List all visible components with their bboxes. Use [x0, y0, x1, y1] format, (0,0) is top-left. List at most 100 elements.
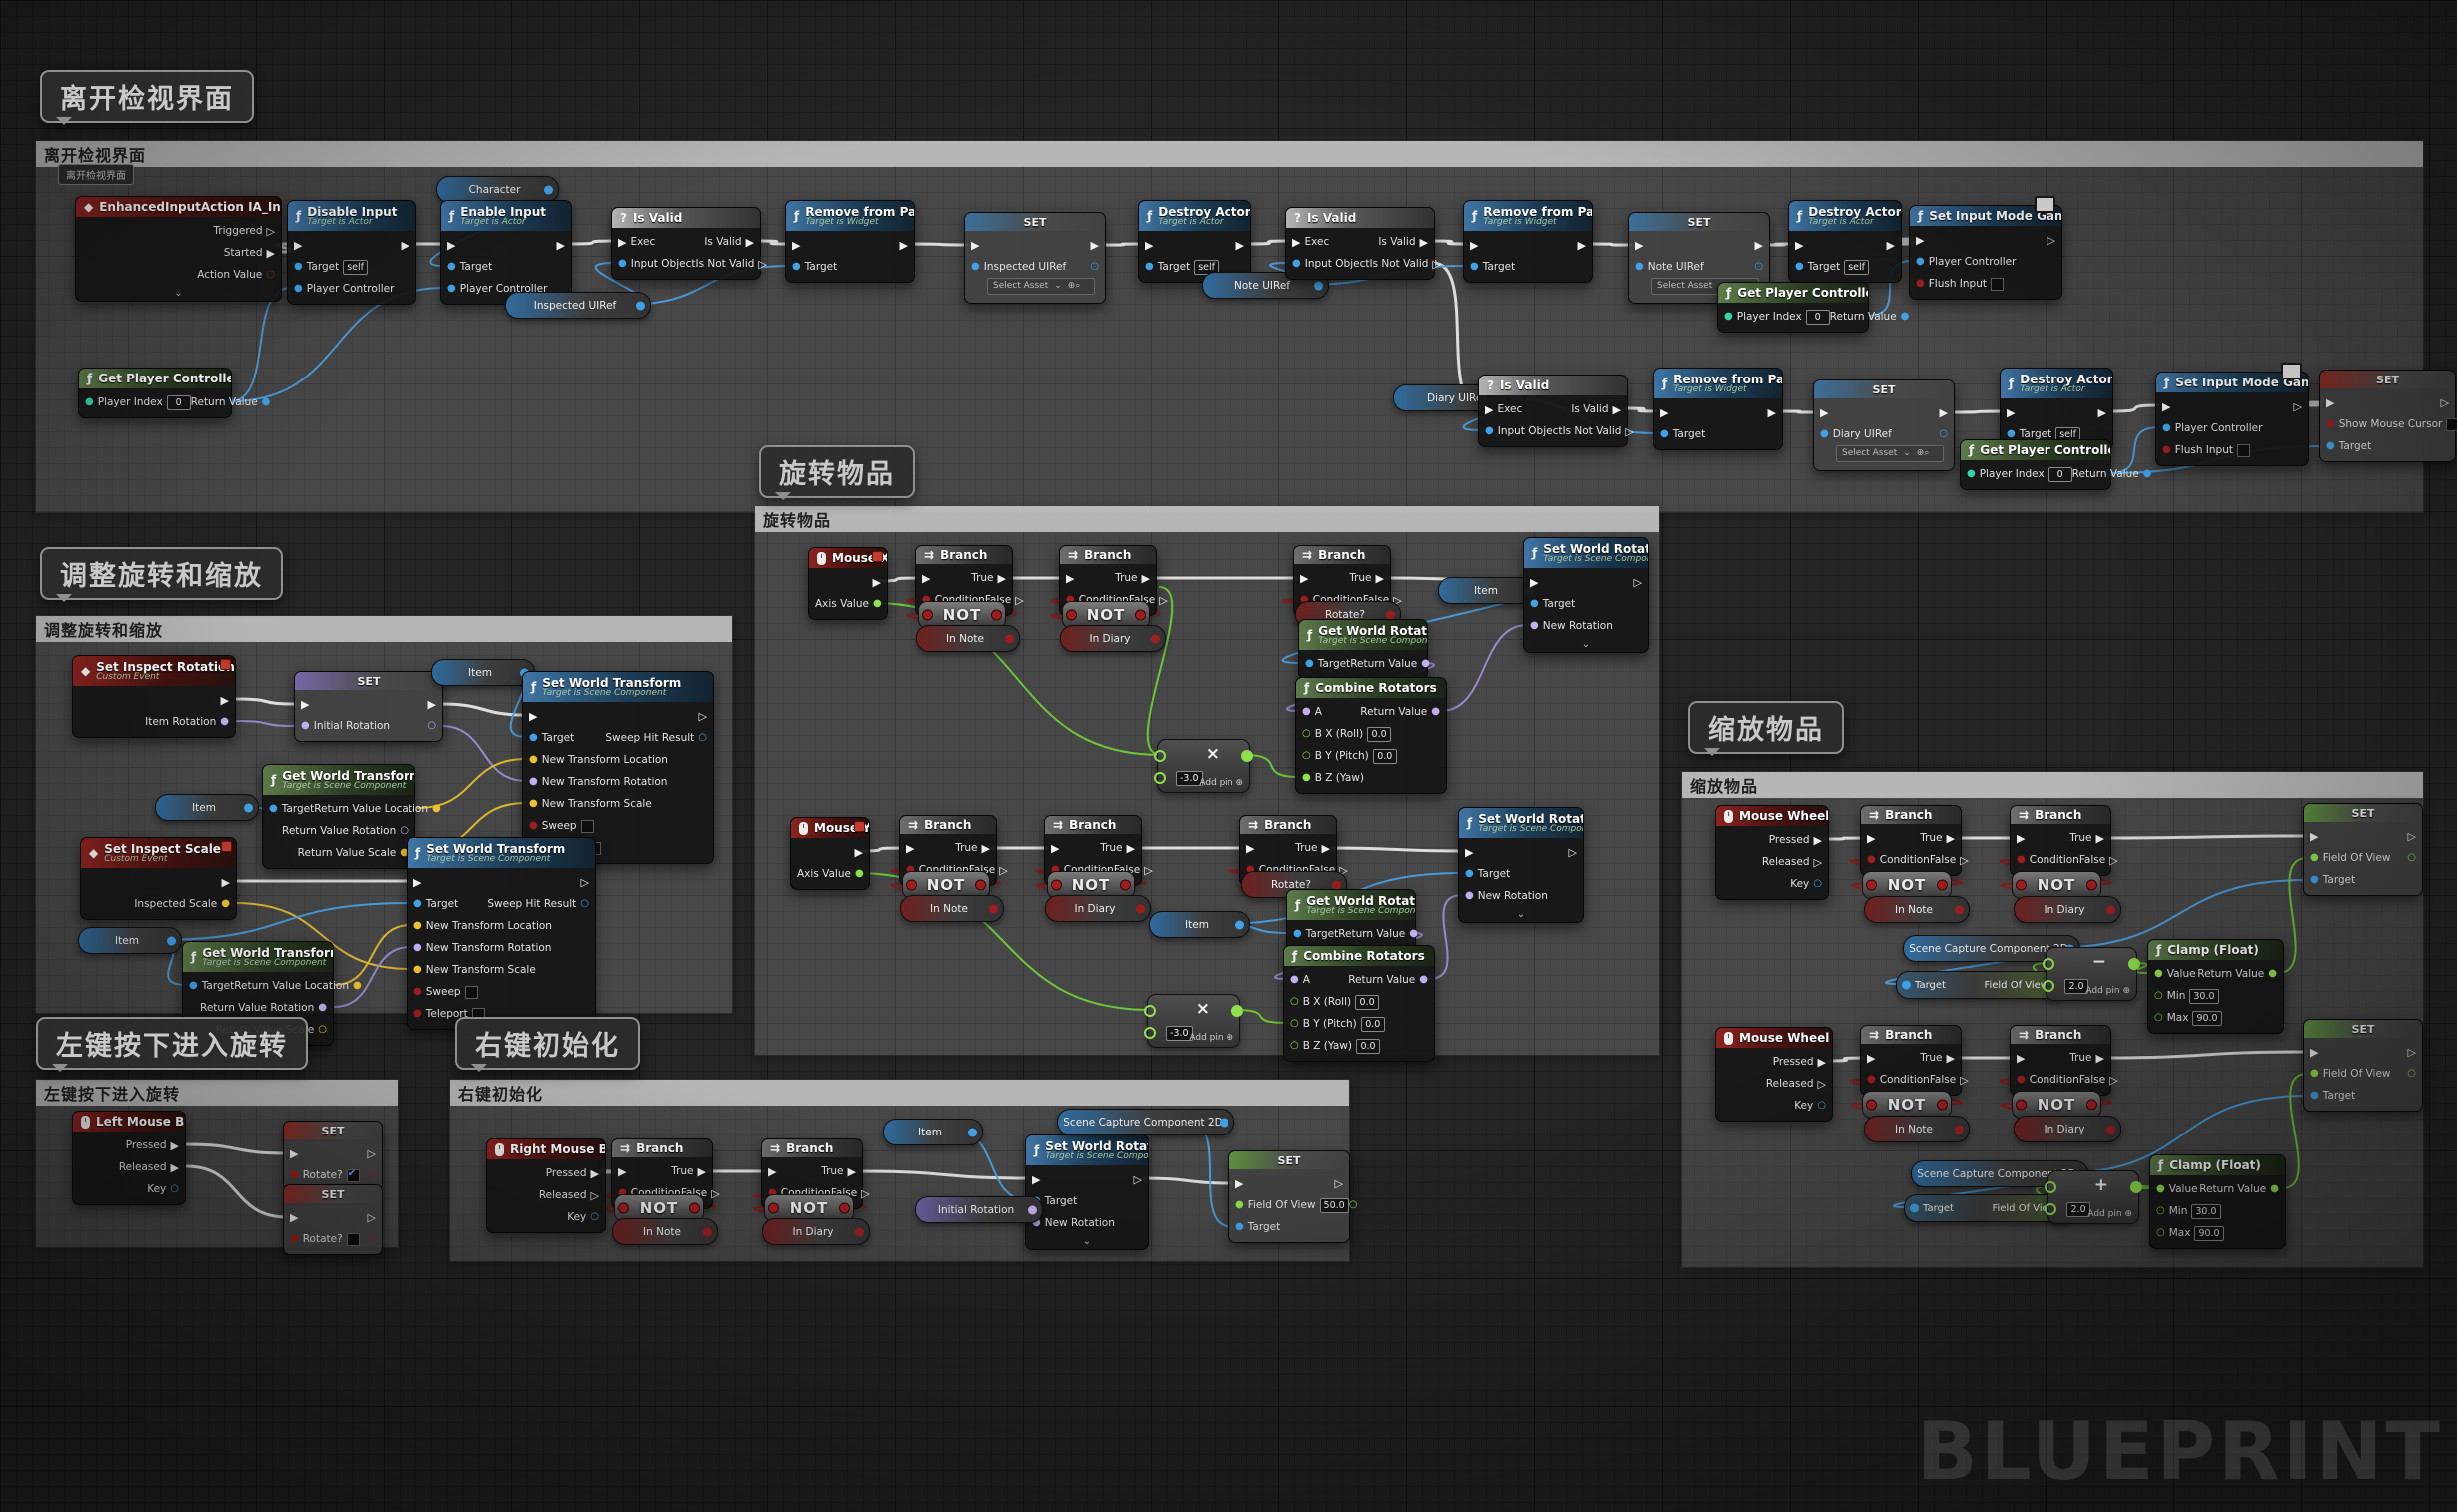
exec-pin-icon[interactable]: ▶: [1947, 1053, 1955, 1064]
node-mouse-x-50[interactable]: Mouse X▶Axis Value●: [808, 547, 888, 620]
exec-pin-icon[interactable]: ▷: [1634, 577, 1642, 588]
pin[interactable]: ▷: [368, 1212, 376, 1223]
r-pin-icon[interactable]: ●: [1530, 621, 1539, 631]
exec-pin-icon[interactable]: ▶: [1916, 235, 1924, 246]
pin[interactable]: ▶Exec: [1485, 403, 1522, 415]
node-header[interactable]: ƒEnable InputTarget is Actor: [441, 201, 571, 231]
op-in-pin[interactable]: [2045, 1181, 2056, 1193]
pin[interactable]: ●Target: [1530, 598, 1575, 610]
exec-pin-icon[interactable]: ▷: [1960, 855, 1968, 866]
pin[interactable]: ●New Transform Scale: [413, 964, 536, 976]
node-is-valid-18[interactable]: ?Is Valid▶ExecIs Valid▶●Input ObjectIs N…: [1478, 375, 1628, 447]
pin[interactable]: ●New Transform Rotation: [529, 776, 667, 788]
exec-pin-icon[interactable]: ▷: [2408, 831, 2416, 842]
pin[interactable]: ●Flush Input: [1916, 278, 2004, 291]
b-pin-icon[interactable]: ●: [2162, 445, 2171, 455]
node-header[interactable]: ?Is Valid: [1286, 208, 1434, 228]
node-header[interactable]: ƒRemove from ParentTarget is Widget: [786, 201, 914, 231]
exec-pin-icon[interactable]: ▷: [1625, 426, 1633, 437]
pin[interactable]: True▶: [671, 1165, 706, 1177]
o-pin-icon[interactable]: ●: [447, 262, 456, 272]
pin-value[interactable]: 0.0: [1355, 995, 1379, 1010]
exec-pin-icon[interactable]: ▶: [1292, 237, 1300, 248]
add-pin-label[interactable]: Add pin ⊕: [1189, 1033, 1233, 1043]
exec-pin-icon[interactable]: ▶: [848, 1166, 856, 1177]
pin[interactable]: ●Diary UIRef: [1820, 428, 1892, 440]
pin[interactable]: Is Valid▶: [1378, 236, 1428, 248]
o-pin-icon[interactable]: ●: [269, 804, 278, 814]
pin[interactable]: ●New Transform Location: [413, 920, 552, 932]
v-pin-icon[interactable]: ●: [413, 921, 422, 931]
pin[interactable]: ▷: [1335, 1178, 1343, 1189]
collapse-chevron-icon[interactable]: ⌄: [76, 290, 281, 301]
pill-in-note[interactable]: In Note: [1864, 1116, 1970, 1142]
pin[interactable]: ●Target: [792, 261, 837, 273]
node-header[interactable]: ƒClamp (Float): [2148, 940, 2283, 960]
node-header[interactable]: ƒDestroy ActorTarget is Actor: [2001, 369, 2112, 398]
pin[interactable]: ○: [367, 1234, 376, 1244]
f-pin-icon[interactable]: ●: [2310, 1069, 2319, 1079]
pin[interactable]: ▶: [2310, 831, 2318, 842]
pin[interactable]: ●Field Of View50.0: [1235, 1198, 1349, 1213]
op-out-pin[interactable]: [2128, 958, 2140, 970]
pin[interactable]: ▶: [290, 1212, 298, 1223]
op-in-pin[interactable]: [1144, 1027, 1156, 1039]
exec-pin-icon[interactable]: ▶: [922, 573, 930, 584]
node-header[interactable]: ⇉Branch: [1861, 806, 1961, 824]
node-header[interactable]: ƒDisable InputTarget is Actor: [288, 201, 415, 231]
pin[interactable]: ▶: [1820, 407, 1828, 418]
node-set-36[interactable]: SET▶▷●Rotate?○: [283, 1121, 383, 1191]
b-pin-icon[interactable]: ●: [2017, 855, 2026, 865]
exec-pin-icon[interactable]: ▶: [267, 248, 275, 259]
o-pin-icon[interactable]: ●: [2326, 441, 2335, 451]
node-set-49[interactable]: SET▶▷●Field Of View50.0○●Target: [1228, 1150, 1350, 1243]
pin[interactable]: ▶: [447, 240, 455, 251]
node-set-101[interactable]: SET▶▷●Field Of View○●Target: [2303, 1019, 2423, 1112]
exec-pin-icon[interactable]: ▶: [1578, 240, 1586, 251]
v-pin-icon[interactable]: ●: [353, 981, 362, 991]
node-get-world-transform-29[interactable]: ƒGet World TransformTarget is Scene Comp…: [262, 764, 415, 869]
pin[interactable]: ●Player Controller: [2162, 422, 2262, 434]
node-header[interactable]: ƒSet World TransformTarget is Scene Comp…: [523, 672, 713, 702]
pill-in-diary[interactable]: In Diary: [1045, 895, 1151, 922]
pin[interactable]: ▶: [1032, 1174, 1040, 1185]
pin[interactable]: True▶: [955, 842, 990, 854]
r-pin-icon[interactable]: ●: [1419, 975, 1428, 985]
exec-pin-icon[interactable]: ▶: [1300, 573, 1308, 584]
pin[interactable]: ▶: [1887, 240, 1895, 251]
pill-out-pin[interactable]: [1314, 281, 1323, 290]
node-header[interactable]: ◆Set Inspect RotationCustom Event: [73, 656, 235, 686]
exec-pin-icon[interactable]: ▶: [1145, 240, 1153, 251]
node-header[interactable]: ◆EnhancedInputAction IA_Interact: [76, 197, 281, 217]
pin[interactable]: ●Target: [2326, 440, 2371, 452]
not-in-pin[interactable]: [768, 1203, 779, 1214]
b-pin-icon[interactable]: ●: [413, 987, 422, 997]
pin[interactable]: ▶: [1578, 240, 1586, 251]
exec-pin-icon[interactable]: ▷: [2109, 1075, 2117, 1086]
exec-pin-icon[interactable]: ▷: [368, 1148, 376, 1159]
node-header[interactable]: ⇉Branch: [762, 1139, 862, 1157]
bubble-rmb-init[interactable]: 右键初始化: [455, 1017, 640, 1070]
pin[interactable]: ○: [1754, 262, 1763, 272]
pin[interactable]: Released▷: [1762, 856, 1822, 868]
node-get-player-controller-15[interactable]: ƒGet Player Controller●Player Index0Retu…: [78, 368, 232, 418]
pin[interactable]: ▷: [581, 877, 589, 888]
pin[interactable]: ●Target: [269, 803, 314, 815]
o-pin-icon[interactable]: ●: [2310, 875, 2319, 885]
exec-pin-icon[interactable]: ▶: [1867, 1053, 1875, 1064]
pin[interactable]: ●Field Of View: [2310, 1068, 2391, 1080]
exec-pin-icon[interactable]: ▶: [1795, 240, 1803, 251]
exec-pin-icon[interactable]: ▷: [1960, 1075, 1968, 1086]
pin-value[interactable]: 0: [167, 395, 191, 410]
node-branch-91[interactable]: ⇉Branch▶True▶●ConditionFalse▷: [1860, 1025, 1962, 1096]
exec-pin-icon[interactable]: ▶: [1235, 1178, 1243, 1189]
pin-value[interactable]: 0: [1806, 310, 1830, 325]
exec-pin-icon[interactable]: ▶: [1485, 404, 1493, 415]
node-set-7[interactable]: SET▶▶●Inspected UIRef○Select Asset⌄⊕⌕: [964, 212, 1106, 304]
pill-out-pin[interactable]: [1955, 1125, 1964, 1134]
exec-pin-icon[interactable]: ▶: [1470, 240, 1478, 251]
not-out-pin[interactable]: [2086, 1100, 2097, 1111]
o-pin-icon[interactable]: ●: [262, 397, 271, 407]
exec-pin-icon[interactable]: ▶: [1127, 843, 1135, 854]
node-header[interactable]: Mouse Wheel Down: [1716, 1028, 1832, 1048]
